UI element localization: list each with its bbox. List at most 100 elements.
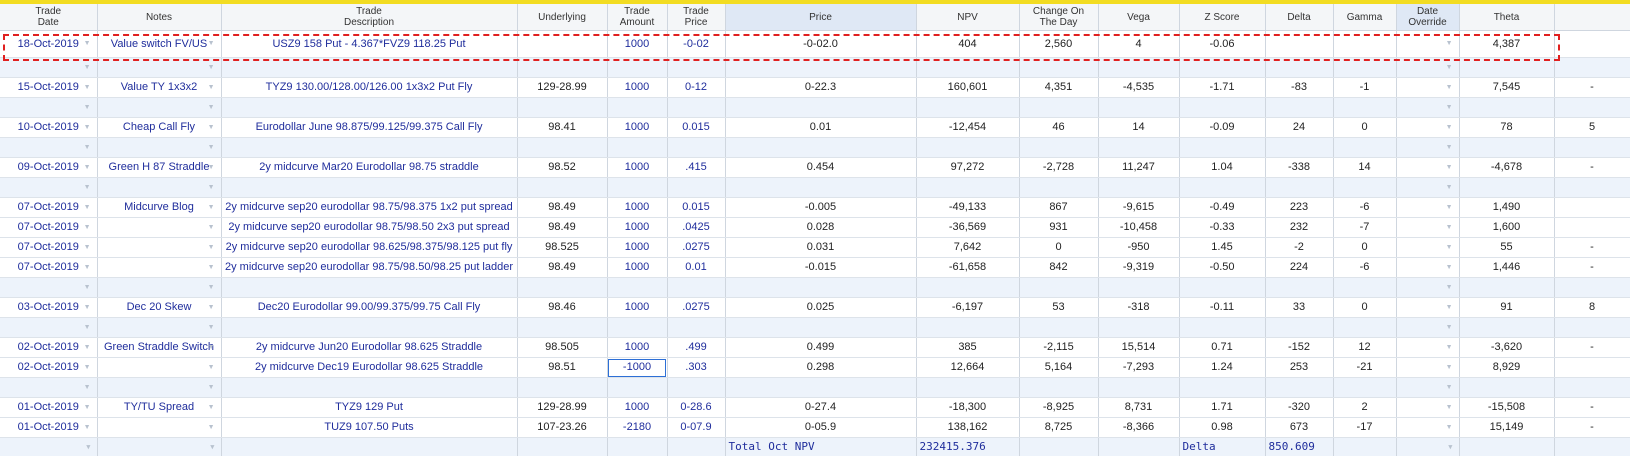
trade-price-cell[interactable]: 0.015 bbox=[667, 197, 726, 218]
trade-row[interactable]: 07-Oct-2019 ▼ ▼ 2y midcurve sep20 eurodolla… bbox=[0, 217, 1630, 238]
notes-cell[interactable]: Value TY 1x3x2 ▼ bbox=[97, 77, 222, 98]
npv-cell[interactable]: -49,133 bbox=[916, 197, 1020, 218]
vega-cell[interactable]: 14 bbox=[1098, 117, 1180, 138]
npv-cell[interactable]: 160,601 bbox=[916, 77, 1020, 98]
extra-cell[interactable]: - bbox=[1554, 77, 1630, 98]
amount-cell[interactable]: 1000 bbox=[607, 257, 668, 278]
date-override-cell[interactable]: ▼ bbox=[1396, 157, 1460, 178]
price-cell[interactable]: 0.031 bbox=[725, 237, 917, 258]
spacer-cell[interactable] bbox=[1333, 377, 1397, 398]
description-cell[interactable]: USZ9 158 Put - 4.367*FVZ9 118.25 Put bbox=[221, 30, 518, 58]
gamma-cell[interactable] bbox=[1333, 30, 1397, 58]
theta-cell[interactable]: 4,387 bbox=[1459, 30, 1555, 58]
chevron-down-icon[interactable]: ▼ bbox=[84, 418, 91, 437]
trade-row[interactable]: 15-Oct-2019 ▼ Value TY 1x3x2 ▼ TYZ9 130.00/1… bbox=[0, 77, 1630, 98]
theta-cell[interactable]: 1,490 bbox=[1459, 197, 1555, 218]
spacer-cell[interactable] bbox=[725, 317, 917, 338]
amount-cell[interactable]: 1000 bbox=[607, 30, 668, 58]
vega-cell[interactable]: 8,731 bbox=[1098, 397, 1180, 418]
trade-date-cell[interactable]: 15-Oct-2019 ▼ bbox=[0, 77, 98, 98]
description-cell[interactable]: TUZ9 107.50 Puts bbox=[221, 417, 518, 438]
price-cell[interactable]: 0.454 bbox=[725, 157, 917, 178]
notes-cell[interactable]: ▼ bbox=[97, 357, 222, 378]
spacer-cell[interactable] bbox=[1179, 377, 1266, 398]
amount-cell[interactable]: 1000 bbox=[607, 77, 668, 98]
spacer-cell[interactable]: ▼ bbox=[1396, 377, 1460, 398]
theta-cell[interactable]: 55 bbox=[1459, 237, 1555, 258]
description-cell[interactable]: 2y midcurve Mar20 Eurodollar 98.75 strad… bbox=[221, 157, 518, 178]
col-underlying[interactable]: Underlying bbox=[517, 4, 608, 31]
col-trade-date[interactable]: Trade Date bbox=[0, 4, 98, 31]
trade-price-cell[interactable]: .415 bbox=[667, 157, 726, 178]
theta-cell[interactable]: 8,929 bbox=[1459, 357, 1555, 378]
amount-cell[interactable]: -1000 bbox=[607, 357, 668, 378]
chevron-down-icon[interactable]: ▼ bbox=[84, 58, 91, 77]
price-cell[interactable]: -0.015 bbox=[725, 257, 917, 278]
change-cell[interactable]: 931 bbox=[1019, 217, 1099, 238]
chevron-down-icon[interactable]: ▼ bbox=[208, 218, 215, 237]
date-override-cell[interactable]: ▼ bbox=[1396, 217, 1460, 238]
trade-price-cell[interactable]: .0275 bbox=[667, 237, 726, 258]
spacer-cell[interactable] bbox=[1179, 137, 1266, 158]
spacer-cell[interactable] bbox=[517, 317, 608, 338]
chevron-down-icon[interactable]: ▼ bbox=[1446, 138, 1453, 157]
gamma-cell[interactable]: 0 bbox=[1333, 117, 1397, 138]
chevron-down-icon[interactable]: ▼ bbox=[1446, 238, 1453, 257]
col-extra[interactable] bbox=[1554, 4, 1630, 31]
col-gamma[interactable]: Gamma bbox=[1333, 4, 1397, 31]
spacer-cell[interactable] bbox=[1098, 317, 1180, 338]
trade-row[interactable]: 07-Oct-2019 ▼ ▼ 2y midcurve sep20 eurodolla… bbox=[0, 257, 1630, 278]
z-score-cell[interactable]: -0.09 bbox=[1179, 117, 1266, 138]
vega-cell[interactable]: -10,458 bbox=[1098, 217, 1180, 238]
spacer-cell[interactable] bbox=[916, 97, 1020, 118]
spacer-cell[interactable]: ▼ bbox=[0, 57, 98, 78]
underlying-cell[interactable] bbox=[517, 30, 608, 58]
trade-row[interactable]: 03-Oct-2019 ▼ Dec 20 Skew ▼ Dec20 Eurodollar… bbox=[0, 297, 1630, 318]
vega-cell[interactable]: -950 bbox=[1098, 237, 1180, 258]
description-cell[interactable]: Dec20 Eurodollar 99.00/99.375/99.75 Call… bbox=[221, 297, 518, 318]
spacer-cell[interactable] bbox=[1098, 97, 1180, 118]
amount-cell[interactable]: -2180 bbox=[607, 417, 668, 438]
spacer-cell[interactable]: ▼ bbox=[97, 177, 222, 198]
delta-cell[interactable]: -2 bbox=[1265, 237, 1334, 258]
notes-cell[interactable]: Value switch FV/US ▼ bbox=[97, 30, 222, 58]
spacer-cell[interactable]: ▼ bbox=[97, 57, 222, 78]
spacer-cell[interactable]: ▼ bbox=[0, 277, 98, 298]
spacer-cell[interactable] bbox=[1459, 137, 1555, 158]
chevron-down-icon[interactable]: ▼ bbox=[1446, 258, 1453, 277]
trade-price-cell[interactable]: 0.015 bbox=[667, 117, 726, 138]
spacer-cell[interactable] bbox=[725, 277, 917, 298]
chevron-down-icon[interactable]: ▼ bbox=[84, 138, 91, 157]
notes-cell[interactable]: Green H 87 Straddle ▼ bbox=[97, 157, 222, 178]
notes-cell[interactable]: Cheap Call Fly ▼ bbox=[97, 117, 222, 138]
underlying-cell[interactable]: 98.41 bbox=[517, 117, 608, 138]
trade-date-cell[interactable]: 07-Oct-2019 ▼ bbox=[0, 237, 98, 258]
npv-cell[interactable]: -36,569 bbox=[916, 217, 1020, 238]
spacer-cell[interactable] bbox=[1019, 177, 1099, 198]
trade-date-cell[interactable]: 01-Oct-2019 ▼ bbox=[0, 397, 98, 418]
spacer-cell[interactable] bbox=[725, 177, 917, 198]
spacer-cell[interactable] bbox=[725, 137, 917, 158]
trade-row[interactable]: 02-Oct-2019 ▼ ▼ 2y midcurve Dec19 Eurodolla… bbox=[0, 357, 1630, 378]
spacer-cell[interactable] bbox=[916, 277, 1020, 298]
theta-cell[interactable]: 7,545 bbox=[1459, 77, 1555, 98]
npv-cell[interactable]: 404 bbox=[916, 30, 1020, 58]
spacer-cell[interactable] bbox=[607, 57, 668, 78]
chevron-down-icon[interactable]: ▼ bbox=[84, 178, 91, 197]
price-cell[interactable]: 0-27.4 bbox=[725, 397, 917, 418]
extra-cell[interactable] bbox=[1554, 357, 1630, 378]
notes-cell[interactable]: TY/TU Spread ▼ bbox=[97, 397, 222, 418]
z-score-cell[interactable]: 0.71 bbox=[1179, 337, 1266, 358]
spacer-cell[interactable]: ▼ bbox=[1396, 317, 1460, 338]
z-score-cell[interactable]: 0.98 bbox=[1179, 417, 1266, 438]
npv-cell[interactable]: -61,658 bbox=[916, 257, 1020, 278]
vega-cell[interactable]: 4 bbox=[1098, 30, 1180, 58]
gamma-cell[interactable]: -6 bbox=[1333, 197, 1397, 218]
trade-price-cell[interactable]: 0-12 bbox=[667, 77, 726, 98]
spacer-cell[interactable] bbox=[1265, 377, 1334, 398]
change-cell[interactable]: -2,728 bbox=[1019, 157, 1099, 178]
delta-cell[interactable]: 253 bbox=[1265, 357, 1334, 378]
trade-row[interactable]: 01-Oct-2019 ▼ ▼ TUZ9 107.50 Puts 107-23.26 -2… bbox=[0, 417, 1630, 438]
spacer-cell[interactable]: ▼ bbox=[97, 97, 222, 118]
amount-cell[interactable]: 1000 bbox=[607, 217, 668, 238]
